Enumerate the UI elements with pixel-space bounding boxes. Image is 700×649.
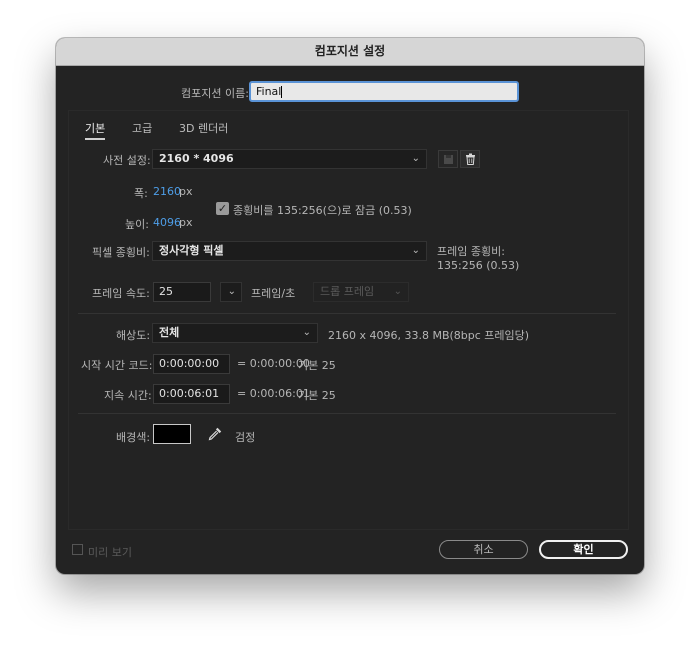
chevron-down-icon: ⌄: [411, 245, 420, 256]
pixel-aspect-label: 픽셀 종횡비:: [92, 246, 150, 259]
cancel-button[interactable]: 취소: [439, 540, 528, 559]
eyedropper-icon[interactable]: [205, 425, 225, 443]
width-value[interactable]: 2160: [153, 185, 181, 198]
drop-frame-value: 드롭 프레임: [320, 285, 375, 298]
dialog-title: 컴포지션 설정: [56, 38, 644, 66]
divider: [78, 313, 616, 314]
height-value[interactable]: 4096: [153, 216, 181, 229]
text-caret: [281, 86, 283, 98]
preset-label: 사전 설정:: [103, 154, 151, 167]
chevron-down-icon: ⌄: [302, 327, 311, 338]
height-unit: px: [179, 216, 193, 229]
start-timecode-input[interactable]: 0:00:00:00: [153, 354, 230, 374]
duration-value: 0:00:06:01: [159, 387, 220, 400]
frame-rate-label: 프레임 속도:: [92, 287, 150, 300]
composition-settings-dialog: 컴포지션 설정 컴포지션 이름: Final 기본 고급 3D 렌더러 사전 설…: [56, 38, 644, 574]
ok-button[interactable]: 확인: [539, 540, 628, 559]
preset-value: 2160 * 4096: [159, 152, 234, 165]
tab-basic[interactable]: 기본: [85, 120, 106, 140]
preview-label: 미리 보기: [88, 546, 132, 559]
start-timecode-label: 시작 시간 코드:: [81, 359, 153, 372]
height-label: 높이:: [125, 218, 149, 231]
chevron-down-icon: ⌄: [393, 286, 402, 297]
comp-name-label: 컴포지션 이름:: [181, 87, 249, 100]
preview-checkbox[interactable]: [72, 544, 83, 555]
chevron-down-icon: ⌄: [227, 286, 236, 297]
duration-input[interactable]: 0:00:06:01: [153, 384, 230, 404]
chevron-down-icon: ⌄: [411, 153, 420, 164]
resolution-value: 전체: [159, 326, 180, 339]
lock-aspect-checkbox[interactable]: ✓: [216, 202, 229, 215]
lock-aspect-label: 종횡비를 135:256(으)로 잠금 (0.53): [233, 204, 412, 217]
drop-frame-dropdown[interactable]: 드롭 프레임 ⌄: [313, 282, 409, 302]
duration-label: 지속 시간:: [104, 389, 152, 402]
width-unit: px: [179, 185, 193, 198]
duration-base: 기본 25: [298, 389, 336, 402]
background-color-swatch[interactable]: [153, 424, 191, 444]
frame-rate-dropdown[interactable]: ⌄: [220, 282, 242, 302]
tab-advanced[interactable]: 고급: [132, 120, 152, 136]
background-color-label: 배경색:: [116, 431, 151, 444]
width-label: 폭:: [134, 187, 148, 200]
resolution-dropdown[interactable]: 전체 ⌄: [152, 323, 318, 343]
resolution-info: 2160 x 4096, 33.8 MB(8bpc 프레임당): [328, 329, 530, 342]
frame-rate-value: 25: [159, 285, 173, 298]
start-timecode-value: 0:00:00:00: [159, 357, 220, 370]
frame-aspect-value: 135:256 (0.53): [437, 259, 520, 272]
trash-icon: [465, 153, 475, 165]
pixel-aspect-dropdown[interactable]: 정사각형 픽셀 ⌄: [152, 241, 427, 261]
pixel-aspect-value: 정사각형 픽셀: [159, 244, 224, 257]
divider: [78, 413, 616, 414]
frame-rate-unit: 프레임/초: [251, 287, 296, 300]
frame-rate-input[interactable]: 25: [153, 282, 211, 302]
preset-dropdown[interactable]: 2160 * 4096 ⌄: [152, 149, 427, 169]
start-timecode-base: 기본 25: [298, 359, 336, 372]
settings-panel: [68, 110, 629, 530]
background-color-name: 검정: [235, 431, 256, 444]
comp-name-value: Final: [256, 85, 282, 98]
delete-preset-button[interactable]: [460, 150, 480, 168]
tab-3d-renderer[interactable]: 3D 렌더러: [179, 120, 228, 136]
save-preset-icon[interactable]: [438, 150, 458, 168]
frame-aspect-label: 프레임 종횡비:: [437, 245, 505, 258]
resolution-label: 해상도:: [116, 329, 151, 342]
comp-name-field[interactable]: Final: [249, 81, 519, 102]
